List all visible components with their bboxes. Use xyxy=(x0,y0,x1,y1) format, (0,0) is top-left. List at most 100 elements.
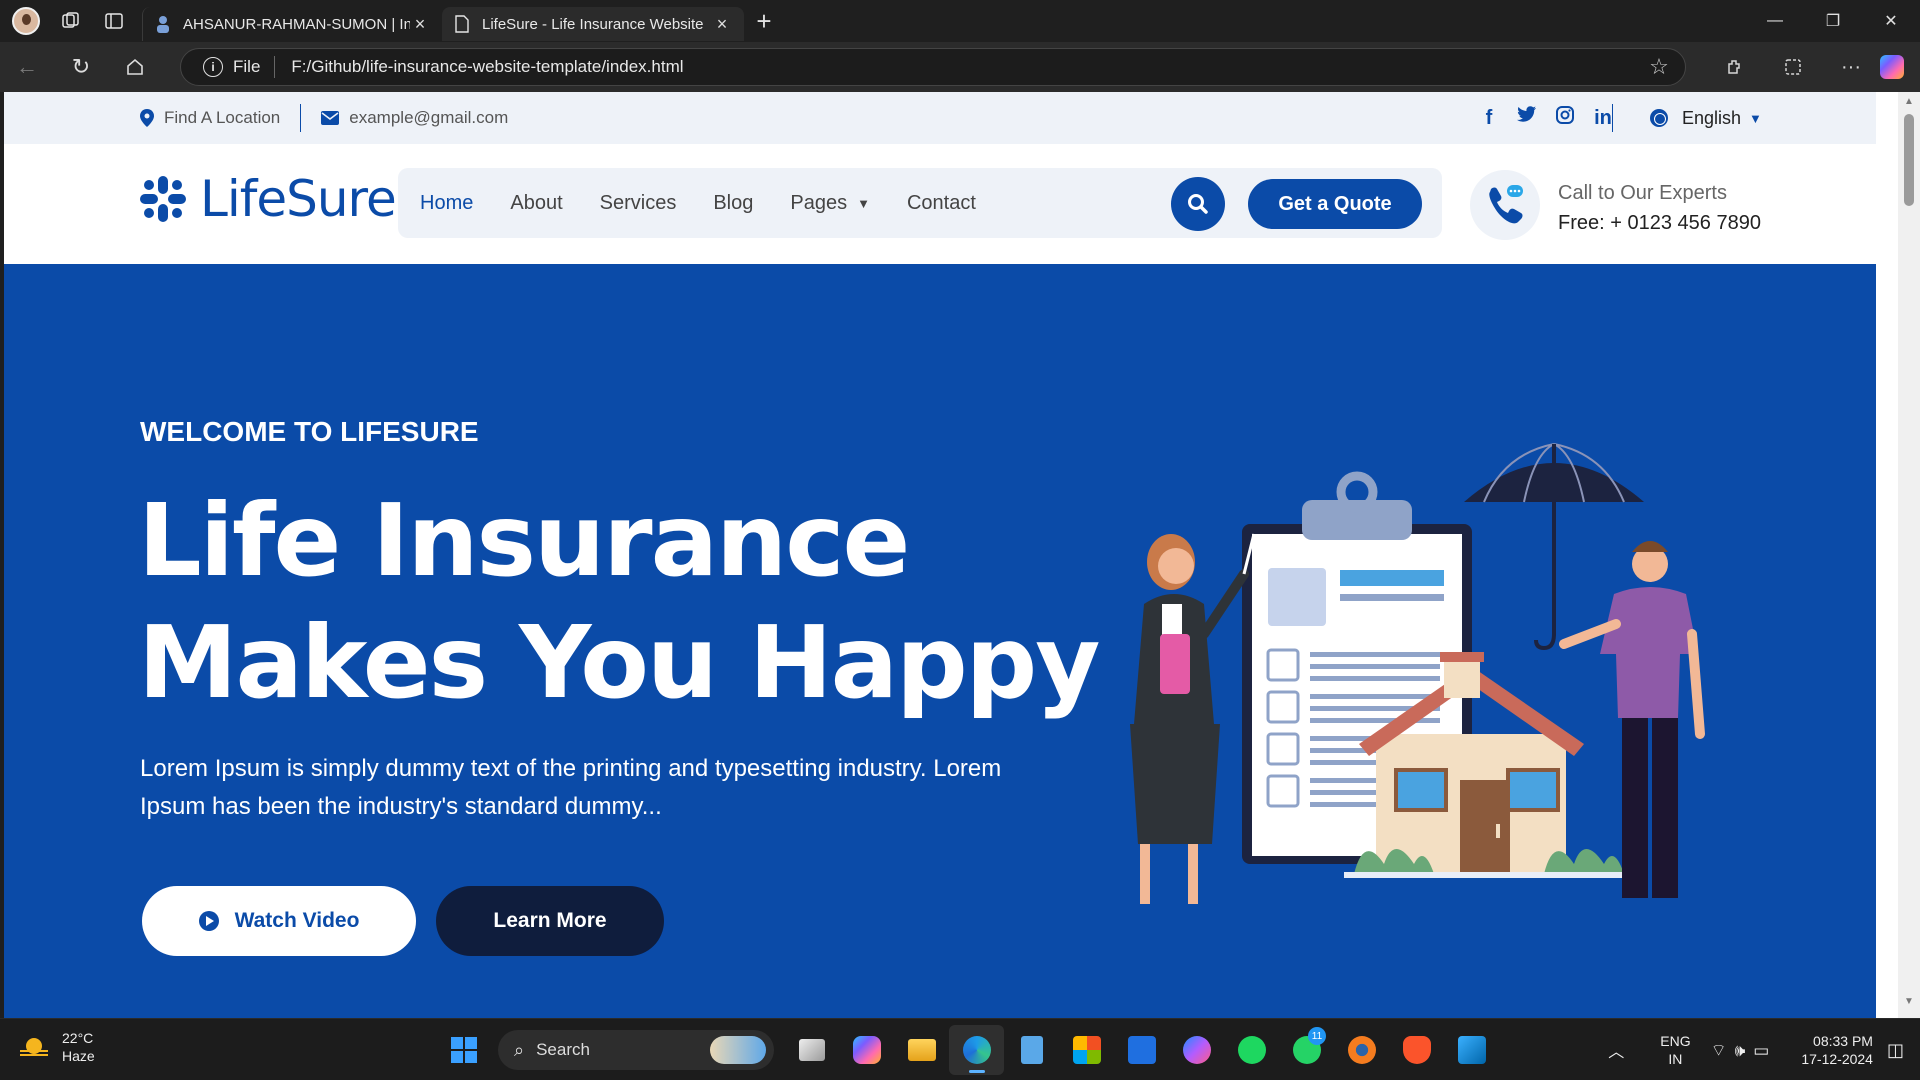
profile-avatar[interactable] xyxy=(12,7,40,35)
ms-store-icon[interactable] xyxy=(1059,1025,1114,1075)
extensions-icon[interactable] xyxy=(1706,57,1764,77)
weather-desc: Haze xyxy=(62,1048,95,1064)
language-selector[interactable]: English ▼ xyxy=(1650,92,1762,144)
file-explorer-icon[interactable] xyxy=(894,1025,949,1075)
scroll-thumb[interactable] xyxy=(1904,114,1914,206)
restore-icon[interactable]: ❐ xyxy=(1804,0,1862,42)
clock[interactable]: 08:33 PM 17-12-2024 xyxy=(1801,1032,1873,1068)
windows-logo-icon xyxy=(451,1037,477,1063)
screenshot-icon[interactable] xyxy=(1764,57,1822,77)
browser-toolbar: ··· xyxy=(1706,42,1920,92)
hero-title-line-2: Makes You Happy xyxy=(138,604,1100,721)
site-logo[interactable]: LifeSure xyxy=(140,170,397,228)
chevron-down-icon: ▼ xyxy=(857,195,870,211)
facebook-icon[interactable]: f xyxy=(1470,107,1508,130)
globe-icon xyxy=(1650,109,1668,127)
nav-home[interactable]: Home xyxy=(420,192,473,215)
map-pin-icon xyxy=(140,109,154,127)
vscode-icon[interactable] xyxy=(1444,1025,1499,1075)
learn-more-button[interactable]: Learn More xyxy=(436,886,664,956)
url-text[interactable]: F:/Github/life-insurance-website-templat… xyxy=(291,57,1639,77)
clock-time: 08:33 PM xyxy=(1813,1033,1873,1049)
back-icon[interactable]: ← xyxy=(0,42,54,92)
hero-description: Lorem Ipsum is simply dummy text of the … xyxy=(140,755,1002,820)
document-icon xyxy=(455,15,469,33)
language-label: English xyxy=(1682,107,1742,128)
hero-section: WELCOME TO LIFESURE Life Insurance Makes… xyxy=(4,264,1876,1018)
clock-date: 17-12-2024 xyxy=(1801,1051,1873,1067)
new-tab-button[interactable]: + xyxy=(744,0,784,42)
play-icon xyxy=(198,911,219,931)
nav-services[interactable]: Services xyxy=(600,192,677,215)
system-tray: ︿ ENG IN ⌔🕪▭ 08:33 PM 17-12-2024 ◫ xyxy=(1608,1019,1920,1080)
vertical-tabs-icon[interactable] xyxy=(92,0,136,42)
notepad-icon[interactable] xyxy=(1004,1025,1059,1075)
page-viewport: Find A Location example@gmail.com f in E… xyxy=(4,92,1898,1018)
nav-blog[interactable]: Blog xyxy=(713,192,753,215)
watch-video-button[interactable]: Watch Video xyxy=(142,886,416,956)
nav-contact[interactable]: Contact xyxy=(907,192,976,215)
window-controls: — ❐ ✕ xyxy=(1746,0,1920,42)
tab-linkedin[interactable]: AHSANUR-RAHMAN-SUMON | In × xyxy=(142,7,442,41)
copilot-app-icon[interactable] xyxy=(839,1025,894,1075)
info-icon[interactable]: i xyxy=(203,57,223,77)
url-scheme-label: File xyxy=(233,57,261,76)
instagram-icon[interactable] xyxy=(1546,106,1584,130)
edge-browser-icon[interactable] xyxy=(949,1025,1004,1075)
chevron-up-icon[interactable]: ︿ xyxy=(1608,1038,1624,1062)
messenger-icon[interactable] xyxy=(1169,1025,1224,1075)
task-view-icon[interactable] xyxy=(784,1025,839,1075)
email-link[interactable]: example@gmail.com xyxy=(321,108,508,128)
close-icon[interactable]: × xyxy=(712,14,732,35)
envelope-icon xyxy=(321,111,340,125)
hero-title-line-1: Life Insurance xyxy=(138,482,910,599)
close-window-icon[interactable]: ✕ xyxy=(1862,0,1920,42)
main-navbar: LifeSure Home About Services Blog Pages ▼… xyxy=(4,144,1876,264)
twitter-icon[interactable] xyxy=(1508,106,1546,130)
phone-icon-circle xyxy=(1470,170,1540,240)
phone-chat-icon xyxy=(1489,185,1523,224)
tab-title: LifeSure - Life Insurance Website xyxy=(482,15,704,33)
notification-icon[interactable]: ◫ xyxy=(1887,1040,1904,1061)
lang-line-1: ENG xyxy=(1660,1033,1691,1049)
windows-taskbar: 22°C Haze ⌕ Search 11 ︿ ENG IN ⌔🕪▭ 08:33… xyxy=(0,1018,1920,1080)
get-quote-button[interactable]: Get a Quote xyxy=(1248,179,1422,229)
blender-icon[interactable] xyxy=(1334,1025,1389,1075)
favorite-star-icon[interactable]: ☆ xyxy=(1639,54,1679,80)
refresh-icon[interactable]: ↻ xyxy=(54,42,108,92)
minimize-icon[interactable]: — xyxy=(1746,0,1804,42)
tab-lifesure[interactable]: LifeSure - Life Insurance Website × xyxy=(442,7,744,41)
address-bar-row: ← ↻ i File F:/Github/life-insurance-webs… xyxy=(0,42,1920,92)
hp-app-icon[interactable] xyxy=(1114,1025,1169,1075)
nav-pages-label: Pages xyxy=(790,191,848,214)
email-text: example@gmail.com xyxy=(349,108,509,127)
brand-name: LifeSure xyxy=(200,170,397,228)
taskbar-search[interactable]: ⌕ Search xyxy=(498,1030,774,1070)
nav-pages[interactable]: Pages ▼ xyxy=(790,192,870,215)
input-language[interactable]: ENG IN xyxy=(1660,1032,1690,1068)
whatsapp-badge: 11 xyxy=(1308,1027,1326,1045)
address-bar[interactable]: i File F:/Github/life-insurance-website-… xyxy=(180,48,1686,86)
find-location-link[interactable]: Find A Location xyxy=(140,108,280,128)
wifi-volume-battery-icons[interactable]: ⌔🕪▭ xyxy=(1711,1040,1778,1061)
search-button[interactable] xyxy=(1171,177,1225,231)
scroll-down-icon[interactable]: ▼ xyxy=(1898,996,1920,1014)
workspaces-icon[interactable] xyxy=(48,0,92,42)
nav-about[interactable]: About xyxy=(510,192,562,215)
taskbar-search-label: Search xyxy=(536,1040,590,1059)
browser-tab-bar: AHSANUR-RAHMAN-SUMON | In × LifeSure - L… xyxy=(0,0,1920,42)
weather-widget[interactable]: 22°C Haze xyxy=(20,1029,95,1065)
start-button[interactable] xyxy=(440,1026,488,1074)
more-menu-icon[interactable]: ··· xyxy=(1822,56,1880,79)
close-icon[interactable]: × xyxy=(410,14,430,35)
divider xyxy=(1612,104,1613,132)
home-icon[interactable] xyxy=(108,42,162,92)
linkedin-icon[interactable]: in xyxy=(1584,107,1622,130)
whatsapp-icon[interactable]: 11 xyxy=(1279,1025,1334,1075)
spotify-icon[interactable] xyxy=(1224,1025,1279,1075)
page-scrollbar[interactable]: ▲ ▼ xyxy=(1898,92,1920,1018)
scroll-up-icon[interactable]: ▲ xyxy=(1898,96,1920,114)
copilot-icon[interactable] xyxy=(1880,55,1904,79)
call-experts[interactable]: Call to Our Experts Free: + 0123 456 789… xyxy=(1558,178,1761,238)
brave-icon[interactable] xyxy=(1389,1025,1444,1075)
